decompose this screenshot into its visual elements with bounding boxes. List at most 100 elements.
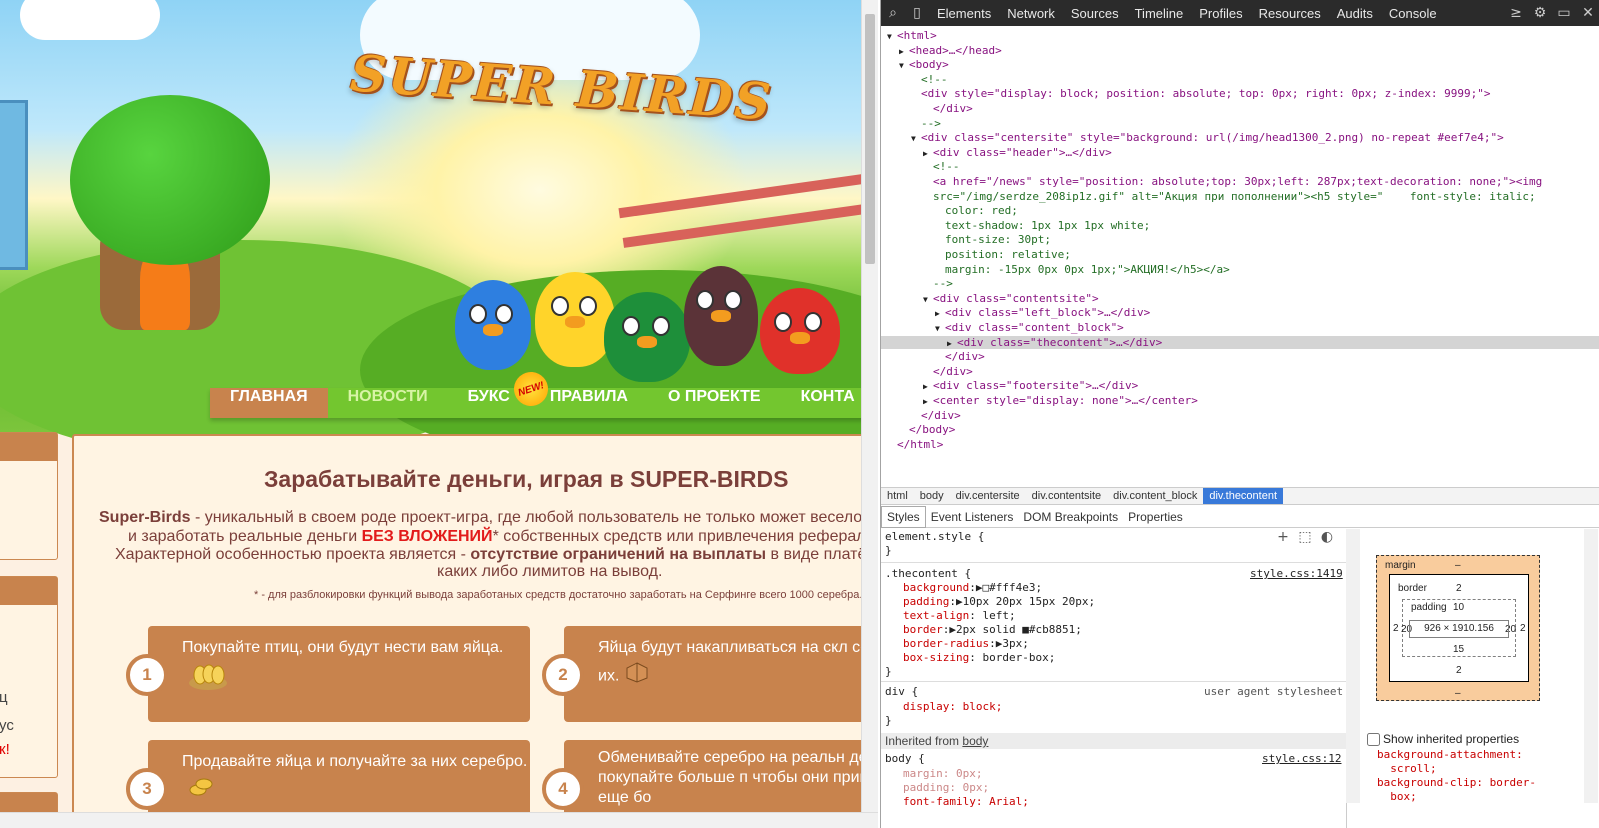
source-link[interactable]: style.css:1419 [1250, 567, 1343, 581]
tab-resources[interactable]: Resources [1251, 6, 1329, 21]
expand-triangle-icon[interactable]: ▼ [887, 32, 897, 41]
computed-scrollbar[interactable] [1584, 529, 1598, 803]
expand-triangle-icon[interactable]: ▶ [899, 47, 909, 56]
breadcrumb-item[interactable]: html [881, 488, 914, 504]
dom-node[interactable]: </div> [881, 102, 973, 115]
element-style-selector[interactable]: element.style { [885, 530, 984, 544]
dom-node[interactable]: ▼ <body> [881, 58, 949, 71]
dom-node[interactable]: position: relative; [881, 248, 1071, 261]
expand-triangle-icon[interactable]: ▶ [923, 397, 933, 406]
dom-node[interactable]: <a href="/news" style="position: absolut… [881, 175, 1542, 188]
element-state-icon[interactable]: ⬚ [1293, 529, 1317, 545]
tab-network[interactable]: Network [999, 6, 1063, 21]
intro-line-2: и заработать реальные деньги БЕЗ ВЛОЖЕНИ… [128, 528, 876, 546]
source-link[interactable]: style.css:12 [1262, 752, 1341, 766]
css-property-inherited[interactable]: padding: 0px; [903, 781, 989, 795]
dom-node[interactable]: </div> [881, 365, 973, 378]
dom-node[interactable]: text-shadow: 1px 1px 1px white; [881, 219, 1150, 232]
breadcrumb-item[interactable]: body [914, 488, 950, 504]
dom-node[interactable]: <!-- [881, 160, 960, 173]
console-drawer-icon[interactable]: ≥ [1504, 5, 1528, 21]
dom-node[interactable]: <!-- [881, 73, 948, 86]
nav-about[interactable]: О ПРОЕКТЕ [648, 388, 781, 418]
css-property[interactable]: font-family: Arial; [903, 795, 1029, 809]
tab-console[interactable]: Console [1381, 6, 1445, 21]
dock-icon[interactable]: ▭ [1552, 5, 1576, 21]
css-property[interactable]: background:▶□#fff4e3; [903, 581, 1042, 595]
margin-label: margin [1385, 560, 1416, 571]
dom-node[interactable]: src="/img/serdze_208ip1z.gif" alt="Акция… [881, 190, 1536, 203]
margin-top-value: – [1455, 560, 1461, 571]
tab-audits[interactable]: Audits [1329, 6, 1381, 21]
dom-node[interactable]: ▶ <center style="display: none">…</center… [881, 394, 1198, 407]
inherited-link[interactable]: body [962, 734, 988, 748]
expand-triangle-icon[interactable]: ▶ [935, 309, 945, 318]
color-format-icon[interactable]: ◐ [1315, 529, 1339, 545]
gear-icon[interactable]: ⚙ [1528, 5, 1552, 21]
dom-node[interactable]: </html> [881, 438, 943, 451]
expand-triangle-icon[interactable]: ▶ [923, 382, 933, 391]
css-property[interactable]: box-sizing: border-box; [903, 651, 1055, 665]
tab-properties[interactable]: Properties [1123, 507, 1188, 527]
tab-profiles[interactable]: Profiles [1191, 6, 1250, 21]
nav-home[interactable]: ГЛАВНАЯ [210, 388, 328, 418]
dom-node[interactable]: font-size: 30pt; [881, 233, 1051, 246]
breadcrumb-item[interactable]: div.contentsite [1026, 488, 1108, 504]
css-property[interactable]: border-radius:▶3px; [903, 637, 1029, 651]
left-text-red[interactable]: к! [0, 741, 10, 758]
device-mode-icon[interactable]: ▯ [905, 5, 929, 21]
dom-node-text: </div> [933, 102, 973, 115]
styles-scrollbar[interactable] [1346, 529, 1360, 803]
dom-node[interactable]: ▼ <div class="content_block"> [881, 321, 1124, 334]
body-selector[interactable]: body { [885, 752, 925, 766]
close-icon[interactable]: ✕ [1576, 5, 1599, 21]
breadcrumb-item-selected[interactable]: div.thecontent [1203, 488, 1284, 504]
tab-elements[interactable]: Elements [929, 6, 999, 21]
page-horizontal-scrollbar[interactable] [0, 812, 878, 828]
dom-node[interactable]: color: red; [881, 204, 1018, 217]
tab-event-listeners[interactable]: Event Listeners [926, 507, 1019, 527]
css-property[interactable]: display: block; [903, 700, 1002, 714]
expand-triangle-icon[interactable]: ▼ [935, 324, 945, 333]
expand-triangle-icon[interactable]: ▶ [947, 339, 957, 348]
add-rule-icon[interactable]: + [1271, 529, 1295, 545]
dom-node[interactable]: --> [881, 117, 941, 130]
css-property-inherited[interactable]: margin: 0px; [903, 767, 982, 781]
page-vertical-scrollbar[interactable] [861, 0, 878, 812]
breadcrumb-item[interactable]: div.content_block [1107, 488, 1203, 504]
tab-dom-breakpoints[interactable]: DOM Breakpoints [1018, 507, 1123, 527]
expand-triangle-icon[interactable]: ▼ [923, 295, 933, 304]
scrollbar-thumb[interactable] [865, 14, 875, 264]
dom-node[interactable]: margin: -15px 0px 0px 1px;">АКЦИЯ!</h5><… [881, 263, 1230, 276]
dom-node[interactable]: ▼ <div class="centersite" style="backgrou… [881, 131, 1504, 144]
div-selector[interactable]: div { [885, 685, 918, 699]
css-property[interactable]: padding:▶10px 20px 15px 20px; [903, 595, 1095, 609]
tab-timeline[interactable]: Timeline [1127, 6, 1192, 21]
dom-node[interactable]: ▼ <div class="contentsite"> [881, 292, 1099, 305]
dom-node[interactable]: </div> [881, 350, 985, 363]
dom-node[interactable]: ▶ <head>…</head> [881, 44, 1002, 57]
search-icon[interactable]: ⌕ [881, 5, 905, 21]
dom-node-selected[interactable]: ▶ <div class="thecontent">…</div> [881, 335, 1599, 349]
tab-sources[interactable]: Sources [1063, 6, 1127, 21]
dom-node[interactable]: ▶ <div class="left_block">…</div> [881, 306, 1150, 319]
dom-node[interactable]: ▼ <html> [881, 29, 937, 42]
tab-styles[interactable]: Styles [881, 505, 926, 528]
show-inherited-checkbox[interactable] [1367, 733, 1380, 747]
nav-news[interactable]: НОВОСТИ [328, 388, 448, 418]
css-property[interactable]: text-align: left; [903, 609, 1016, 623]
thecontent-block: Зарабатывайте деньги, играя в SUPER-BIRD… [72, 434, 878, 828]
expand-triangle-icon[interactable]: ▼ [911, 134, 921, 143]
dom-node[interactable]: ▶ <div class="header">…</div> [881, 146, 1112, 159]
expand-triangle-icon[interactable]: ▶ [923, 149, 933, 158]
expand-triangle-icon[interactable]: ▼ [899, 61, 909, 70]
breadcrumb-item[interactable]: div.centersite [950, 488, 1026, 504]
dom-node[interactable]: ▶ <div class="footersite">…</div> [881, 379, 1138, 392]
dom-node[interactable]: </body> [881, 423, 955, 436]
dom-node[interactable]: <div style="display: block; position: ab… [881, 87, 1491, 100]
dom-node[interactable]: --> [881, 277, 953, 290]
dom-node[interactable]: </div> [881, 409, 961, 422]
css-property[interactable]: border:▶2px solid ■#cb8851; [903, 623, 1082, 637]
thecontent-selector[interactable]: .thecontent { [885, 567, 971, 581]
show-inherited-toggle[interactable]: Show inherited properties [1367, 732, 1592, 747]
